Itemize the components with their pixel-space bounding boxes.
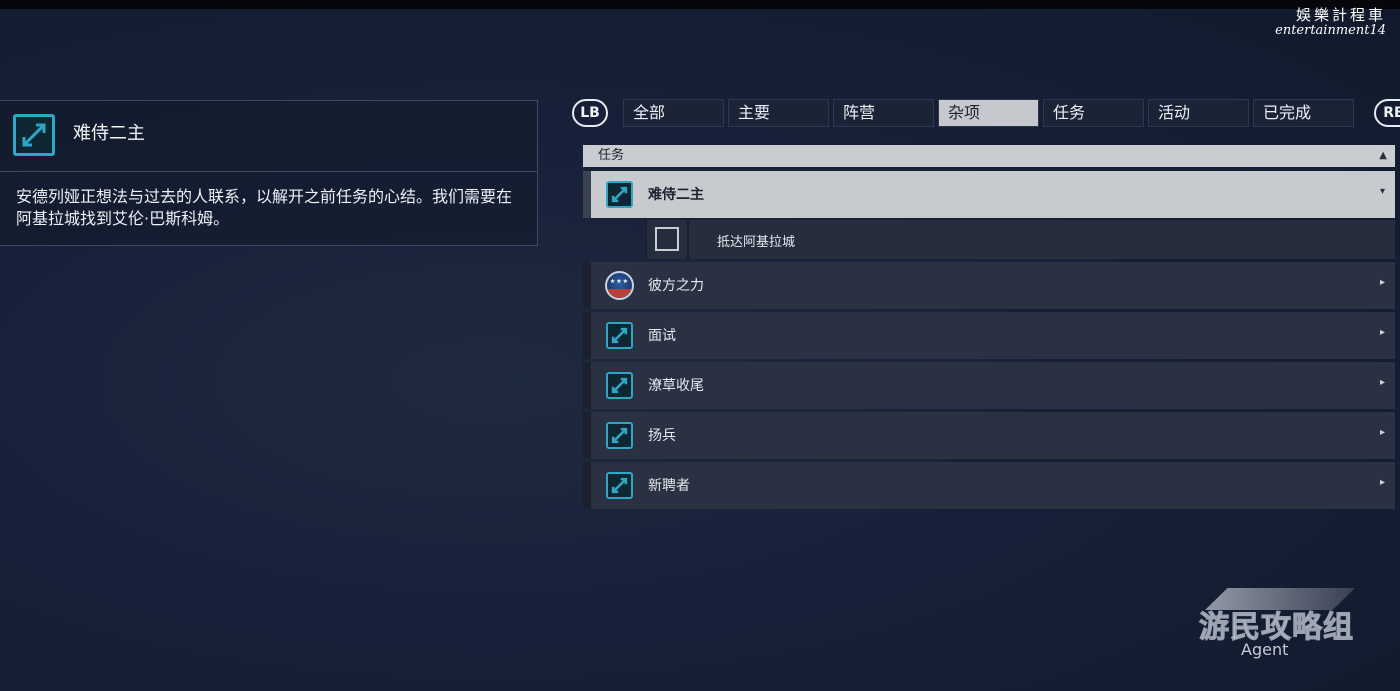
mission-icon: [606, 322, 633, 349]
quest-item-selected[interactable]: 难侍二主 ▾: [583, 171, 1395, 218]
quest-description: 安德列娅正想法与过去的人联系，以解开之前任务的心结。我们需要在阿基拉城找到艾伦·…: [16, 187, 513, 228]
quest-item-label: 潦草收尾: [648, 378, 704, 394]
quest-list-header[interactable]: 任务 ▲▼: [583, 145, 1395, 183]
tab-all[interactable]: 全部: [623, 99, 724, 127]
objective-divider: [687, 220, 689, 259]
objective-checkbox[interactable]: [655, 227, 679, 251]
mission-icon: [606, 372, 633, 399]
chevron-right-icon: ▸: [1379, 327, 1385, 338]
mission-icon: [606, 181, 633, 208]
chevron-right-icon: ▸: [1379, 377, 1385, 388]
quest-item-label: 难侍二主: [648, 187, 704, 203]
faction-emblem-icon: ★★★: [605, 271, 634, 300]
quest-item-label: 彼方之力: [648, 278, 704, 294]
chevron-right-icon: ▸: [1379, 477, 1385, 488]
quest-item[interactable]: 扬兵 ▸: [583, 412, 1395, 459]
tab-faction[interactable]: 阵营: [833, 99, 934, 127]
chevron-right-icon: ▸: [1379, 427, 1385, 438]
tab-main[interactable]: 主要: [728, 99, 829, 127]
quest-detail-panel: 难侍二主 安德列娅正想法与过去的人联系，以解开之前任务的心结。我们需要在阿基拉城…: [0, 100, 538, 246]
top-bar: [0, 0, 1400, 9]
quest-objective[interactable]: 抵达阿基拉城: [645, 220, 1395, 259]
quest-item[interactable]: 新聘者 ▸: [583, 462, 1395, 509]
objective-label: 抵达阿基拉城: [717, 235, 796, 250]
mission-icon: [13, 114, 55, 156]
quest-item-label: 新聘者: [648, 478, 690, 494]
mission-icon: [606, 472, 633, 499]
tab-completed[interactable]: 已完成: [1253, 99, 1354, 127]
tab-missions[interactable]: 任务: [1043, 99, 1144, 127]
tab-activities[interactable]: 活动: [1148, 99, 1249, 127]
watermark-line1: 娛樂計程車: [1295, 6, 1386, 24]
quest-list-header-label: 任务: [598, 148, 625, 163]
quest-item[interactable]: 潦草收尾 ▸: [583, 362, 1395, 409]
mission-icon: [606, 422, 633, 449]
lb-button[interactable]: LB: [572, 99, 608, 127]
rb-button[interactable]: RB: [1374, 99, 1400, 127]
watermark-line2: entertainment14: [1275, 23, 1386, 38]
chevron-down-icon: ▾: [1379, 186, 1385, 197]
quest-item-label: 面试: [648, 328, 676, 344]
tab-misc[interactable]: 杂项: [938, 99, 1039, 127]
chevron-right-icon: ▸: [1379, 277, 1385, 288]
quest-item-label: 扬兵: [648, 428, 676, 444]
quest-title: 难侍二主: [73, 123, 145, 144]
watermark-top-right: 娛樂計程車 entertainment14: [1275, 4, 1386, 38]
quest-detail-header: 难侍二主: [0, 101, 537, 172]
quest-item[interactable]: 面试 ▸: [583, 312, 1395, 359]
quest-item[interactable]: ★★★ 彼方之力 ▸: [583, 262, 1395, 309]
watermark-sub: Agent: [1241, 640, 1289, 659]
